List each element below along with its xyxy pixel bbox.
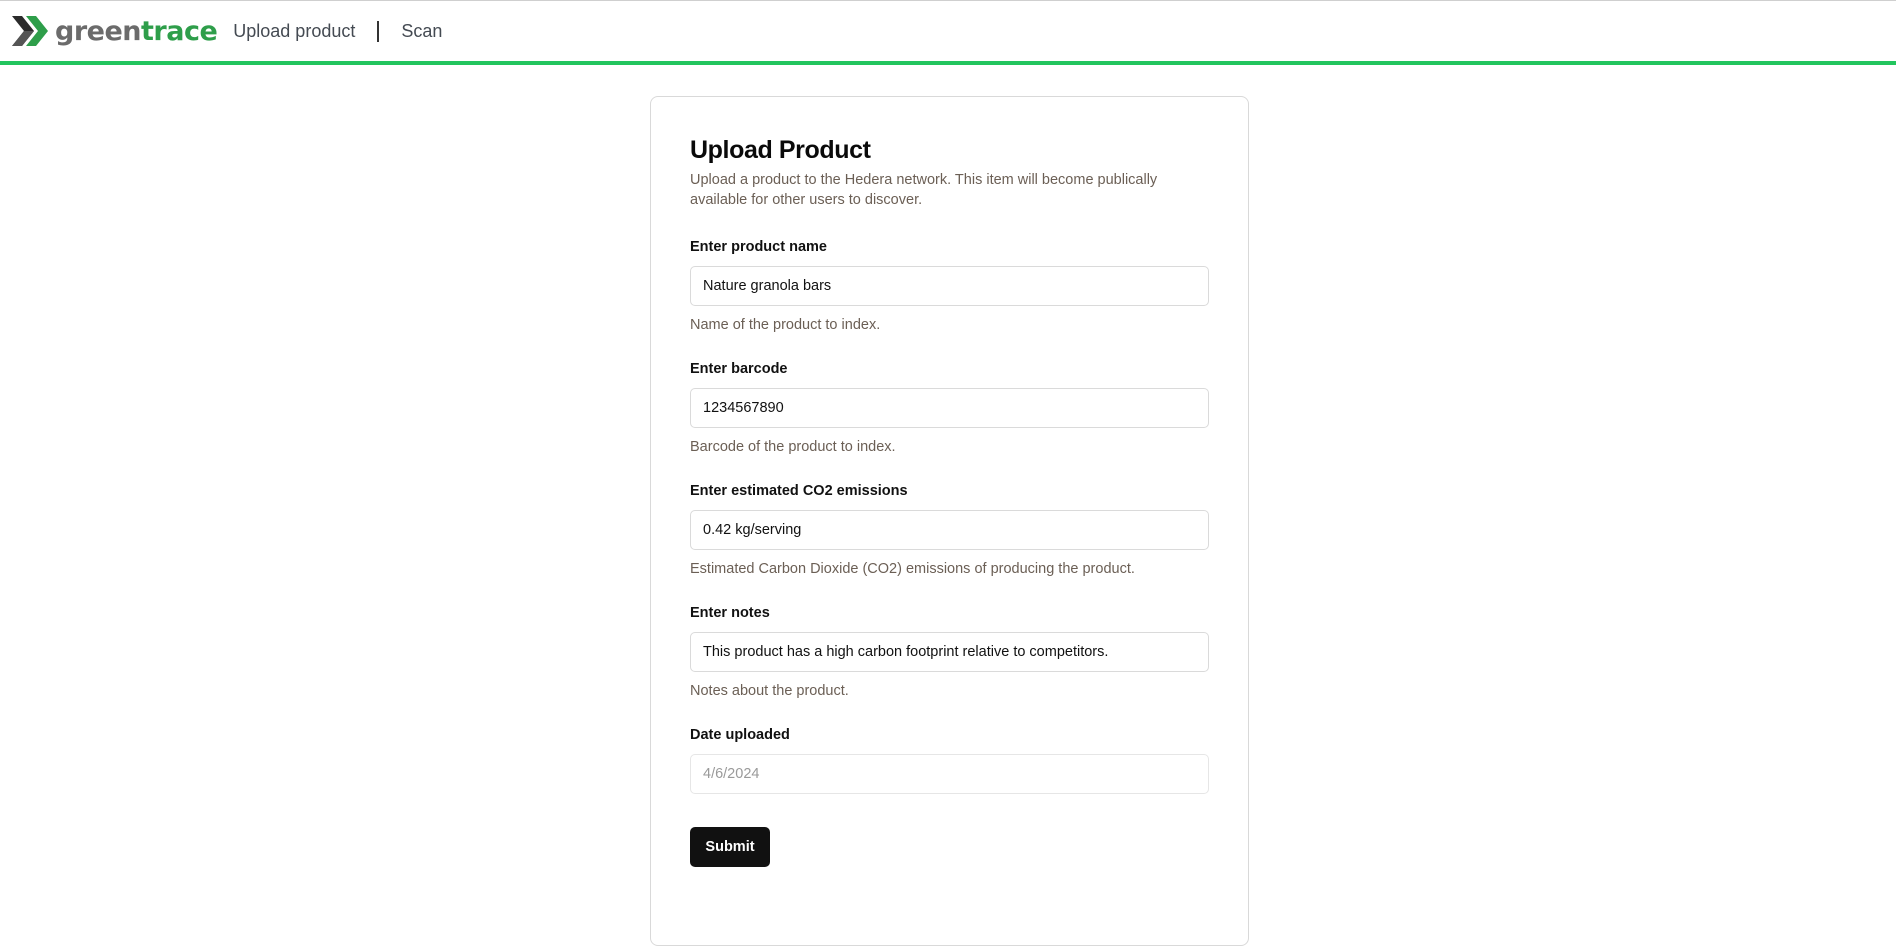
- date-uploaded-field-group: Date uploaded: [690, 726, 1210, 794]
- product-name-field-group: Enter product name Name of the product t…: [690, 238, 1210, 334]
- barcode-label: Enter barcode: [690, 361, 788, 377]
- barcode-field-group: Enter barcode Barcode of the product to …: [690, 360, 1210, 456]
- greentrace-logo[interactable]: greentrace: [12, 11, 218, 51]
- co2-emissions-help: Estimated Carbon Dioxide (CO2) emissions…: [690, 561, 1135, 577]
- barcode-help: Barcode of the product to index.: [690, 439, 896, 455]
- logo-word-green: green: [55, 15, 142, 47]
- nav-scan-link[interactable]: Scan: [401, 21, 442, 42]
- product-name-input[interactable]: [690, 266, 1209, 306]
- upload-product-card: Upload Product Upload a product to the H…: [650, 96, 1249, 946]
- nav-upload-product-link[interactable]: Upload product: [233, 21, 355, 42]
- date-uploaded-label: Date uploaded: [690, 727, 790, 743]
- co2-emissions-label: Enter estimated CO2 emissions: [690, 483, 908, 499]
- upload-product-form: Upload Product Upload a product to the H…: [690, 135, 1210, 867]
- product-name-label: Enter product name: [690, 239, 827, 255]
- notes-input[interactable]: [690, 632, 1209, 672]
- notes-help: Notes about the product.: [690, 683, 849, 699]
- chevron-arrows-icon: [12, 16, 48, 46]
- nav-divider: [377, 20, 380, 42]
- date-uploaded-input: [690, 754, 1209, 794]
- logo-word-trace: trace: [141, 15, 218, 47]
- product-name-help: Name of the product to index.: [690, 317, 881, 333]
- co2-emissions-field-group: Enter estimated CO2 emissions Estimated …: [690, 482, 1210, 578]
- notes-field-group: Enter notes Notes about the product.: [690, 604, 1210, 700]
- notes-label: Enter notes: [690, 605, 770, 621]
- logo-wordmark: greentrace: [55, 15, 218, 47]
- page-title: Upload Product: [690, 136, 871, 164]
- co2-emissions-input[interactable]: [690, 510, 1209, 550]
- submit-button[interactable]: Submit: [690, 827, 770, 867]
- page-description: Upload a product to the Hedera network. …: [690, 172, 1158, 208]
- top-navbar: greentrace Upload product Scan: [0, 0, 1896, 65]
- barcode-input[interactable]: [690, 388, 1209, 428]
